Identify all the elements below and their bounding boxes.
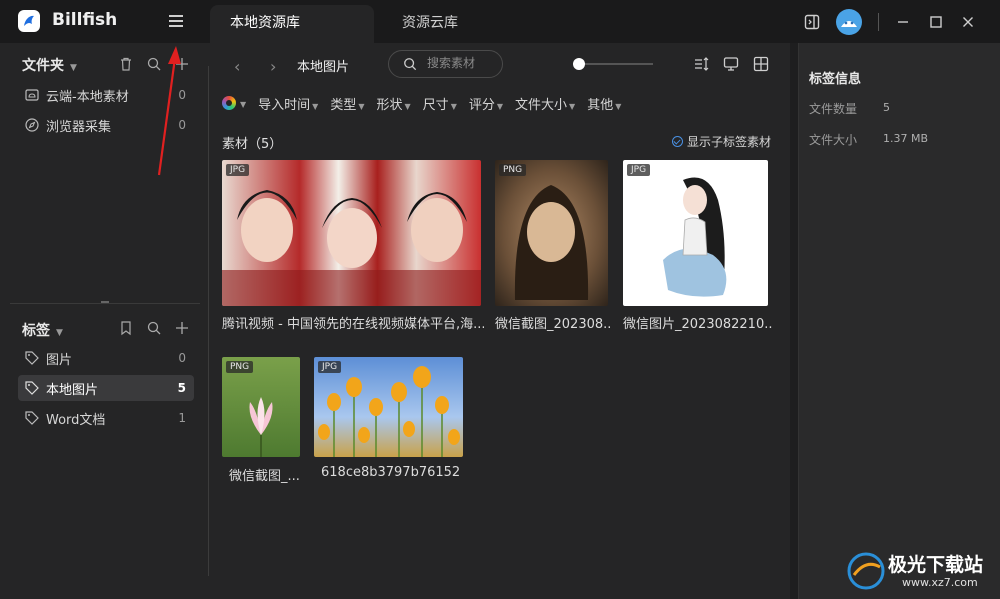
- filter-import-time[interactable]: 导入时间 ▼: [258, 94, 318, 113]
- tag-info-panel: 标签信息 文件数量 5 文件大小 1.37 MB: [798, 43, 1000, 599]
- filter-size[interactable]: 尺寸 ▼: [423, 94, 457, 113]
- tag-icon: [25, 351, 39, 365]
- portrait-photo-image: [222, 190, 481, 306]
- user-avatar[interactable]: [836, 9, 862, 35]
- file-count-label: 文件数量: [809, 102, 858, 116]
- file-type-badge: JPG: [627, 164, 651, 176]
- item-1-label: 腾讯视频 - 中国领先的在线视频媒体平台,海...: [222, 317, 484, 332]
- billfish-logo-icon: [18, 10, 40, 32]
- thumbnail-item-1[interactable]: JPG: [222, 160, 481, 306]
- file-size-label: 文件大小: [809, 133, 858, 147]
- item-5-label: 618ce8b3797b76152: [321, 465, 461, 480]
- hamburger-menu-icon[interactable]: [166, 12, 186, 32]
- splitter-grip-icon[interactable]: [101, 301, 109, 303]
- sidebar-item-tag-word-docs[interactable]: Word文档 1: [18, 405, 194, 431]
- chevron-down-icon: ▼: [70, 63, 77, 73]
- watermark: 极光下载站 www.xz7.com: [846, 548, 996, 594]
- chevron-down-icon: ▼: [56, 328, 63, 338]
- search-input[interactable]: [427, 56, 497, 70]
- color-filter-icon[interactable]: [222, 96, 236, 110]
- title-bar: Billfish 本地资源库 资源云库: [0, 0, 1000, 43]
- annotation-arrow: [157, 46, 181, 176]
- grid-layout-icon[interactable]: [752, 55, 770, 73]
- folders-section-title[interactable]: 文件夹 ▼: [22, 55, 77, 75]
- back-arrow-icon[interactable]: ‹: [234, 57, 240, 76]
- file-type-badge: PNG: [499, 164, 527, 176]
- show-sub-tag-toggle[interactable]: 显示子标签素材: [672, 133, 771, 150]
- file-size-value: 1.37 MB: [883, 132, 929, 145]
- item-4-label: 微信截图_...: [229, 469, 300, 484]
- sidebar-item-tag-local-images[interactable]: 本地图片 5: [18, 375, 194, 401]
- close-icon[interactable]: [959, 13, 977, 31]
- check-circle-icon: [672, 136, 683, 147]
- sort-icon[interactable]: [692, 55, 710, 73]
- search-box[interactable]: [388, 50, 503, 78]
- compass-icon: [25, 118, 39, 132]
- portrait-photo-image: [514, 185, 589, 300]
- file-type-badge: JPG: [318, 361, 342, 373]
- search-icon: [404, 58, 417, 71]
- titlebar-divider: [878, 13, 879, 31]
- maximize-icon[interactable]: [927, 13, 945, 31]
- bookmark-icon[interactable]: [118, 320, 134, 336]
- forward-arrow-icon[interactable]: ›: [270, 57, 276, 76]
- sidebar-splitter[interactable]: [10, 303, 200, 304]
- item-3-label: 微信图片_2023082210...: [623, 317, 773, 332]
- illustration-image: [663, 177, 727, 297]
- minimize-icon[interactable]: [894, 13, 912, 31]
- thumbnail-item-5[interactable]: JPG: [314, 357, 463, 457]
- toggle-panel-icon[interactable]: [803, 13, 821, 31]
- trash-icon[interactable]: [118, 56, 134, 72]
- file-type-badge: JPG: [226, 164, 250, 176]
- items-count-title: 素材（5）: [222, 137, 283, 152]
- app-name: Billfish: [52, 10, 118, 30]
- cloud-folder-icon: [25, 89, 39, 101]
- file-type-badge: PNG: [226, 361, 254, 373]
- item-2-label: 微信截图_202308...: [495, 317, 610, 332]
- file-count-value: 5: [883, 101, 890, 114]
- sidebar-item-tag-images[interactable]: 图片 0: [18, 345, 194, 371]
- thumbnail-item-3[interactable]: JPG: [623, 160, 768, 306]
- thumbnail-item-2[interactable]: PNG: [495, 160, 608, 306]
- tag-icon: [25, 381, 39, 395]
- tab-local-library[interactable]: 本地资源库: [210, 5, 374, 43]
- search-icon[interactable]: [146, 320, 162, 336]
- tab-cloud-library[interactable]: 资源云库: [402, 5, 458, 43]
- thumbnail-item-4[interactable]: PNG: [222, 357, 300, 457]
- sidebar-main-divider: [208, 66, 209, 576]
- filter-other[interactable]: 其他 ▼: [587, 94, 621, 113]
- monitor-icon[interactable]: [722, 55, 740, 73]
- zoom-slider-handle[interactable]: [573, 58, 585, 70]
- tag-icon: [25, 411, 39, 425]
- filter-rating[interactable]: 评分 ▼: [469, 94, 503, 113]
- watermark-logo-icon: [847, 552, 885, 590]
- zoom-slider-track[interactable]: [578, 63, 653, 65]
- filter-bar: ▼ 导入时间 ▼ 类型 ▼ 形状 ▼ 尺寸 ▼ 评分 ▼ 文件大小 ▼ 其他 ▼: [222, 93, 633, 113]
- watermark-text: 极光下载站: [888, 554, 984, 576]
- watermark-url: www.xz7.com: [902, 576, 978, 589]
- filter-shape[interactable]: 形状 ▼: [377, 94, 411, 113]
- tags-section-title[interactable]: 标签 ▼: [22, 320, 63, 340]
- filter-type[interactable]: 类型 ▼: [330, 94, 364, 113]
- breadcrumb: 本地图片: [297, 60, 350, 75]
- color-filter-caret[interactable]: ▼: [238, 96, 246, 111]
- add-tag-icon[interactable]: [174, 320, 190, 336]
- tag-info-title: 标签信息: [809, 72, 862, 87]
- filter-file-size[interactable]: 文件大小 ▼: [515, 94, 575, 113]
- tag-actions: [118, 320, 190, 336]
- main-content: ‹ › 本地图片 ▼ 导入时间▼ 类型▼ 形状▼ 尺寸▼ 评分▼ 文件大小▼ 其…: [210, 43, 790, 599]
